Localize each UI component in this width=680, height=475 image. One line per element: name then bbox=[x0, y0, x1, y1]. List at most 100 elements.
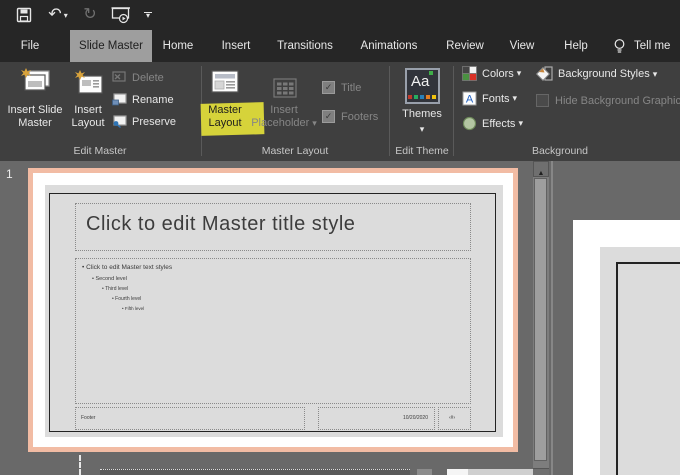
tab-file[interactable]: File bbox=[6, 30, 54, 62]
rename-label: Rename bbox=[132, 94, 174, 106]
fonts-button[interactable]: A Fonts ▾ bbox=[462, 91, 517, 106]
themes-button[interactable]: Aa Themes ▾ bbox=[396, 64, 448, 142]
slide-master-workspace: 1 Click to edit Master title style • Cli… bbox=[0, 161, 680, 475]
main-slide-canvas[interactable] bbox=[553, 161, 680, 475]
footers-checkbox-box: ✓ bbox=[322, 110, 335, 123]
themes-icon-dot bbox=[432, 95, 436, 99]
themes-icon-dot bbox=[420, 95, 424, 99]
footers-checkbox: ✓ Footers bbox=[322, 110, 378, 123]
body-level-3: • Third level bbox=[102, 287, 128, 292]
slide-surface[interactable]: Click to edit Master title style • Click… bbox=[33, 173, 513, 447]
tab-review[interactable]: Review bbox=[438, 30, 492, 62]
background-styles-caret-icon: ▾ bbox=[653, 69, 658, 80]
effects-caret-icon: ▾ bbox=[518, 118, 523, 129]
date-placeholder-text: 10/20/2020 bbox=[403, 416, 428, 421]
ribbon-tab-row: File Slide Master Home Insert Transition… bbox=[0, 30, 680, 62]
slide-theme-panel: Click to edit Master title style • Click… bbox=[45, 185, 503, 437]
body-level-5: • Fifth level bbox=[122, 307, 144, 312]
undo-dropdown-icon[interactable]: ▾ bbox=[64, 11, 68, 20]
tab-view[interactable]: View bbox=[500, 30, 544, 62]
undo-button[interactable]: ↶ ▾ bbox=[44, 4, 72, 26]
preserve-label: Preserve bbox=[132, 116, 176, 128]
start-slideshow-button[interactable] bbox=[109, 4, 133, 26]
body-level-4: • Fourth level bbox=[112, 297, 141, 302]
title-placeholder-text: Click to edit Master title style bbox=[86, 213, 355, 236]
ribbon-slide-master: Insert Slide Master Insert Layout D bbox=[0, 62, 680, 161]
group-divider bbox=[389, 66, 390, 156]
footer-placeholder[interactable]: Footer bbox=[75, 407, 305, 430]
fonts-icon: A bbox=[462, 91, 477, 106]
title-placeholder[interactable]: Click to edit Master title style bbox=[75, 203, 471, 251]
colors-caret-icon: ▾ bbox=[517, 68, 522, 79]
colors-button[interactable]: Colors ▾ bbox=[462, 66, 521, 81]
thumbnail-number: 1 bbox=[6, 167, 13, 181]
themes-icon-dot bbox=[408, 95, 412, 99]
themes-caret-icon: ▾ bbox=[396, 124, 448, 135]
next-thumbnail-partial[interactable] bbox=[100, 469, 410, 475]
tab-help[interactable]: Help bbox=[554, 30, 598, 62]
svg-text:A: A bbox=[466, 94, 474, 106]
tab-animations[interactable]: Animations bbox=[352, 30, 426, 62]
themes-icon-dot bbox=[426, 95, 430, 99]
footer-placeholder-text: Footer bbox=[81, 416, 95, 421]
slide-number-placeholder-text: ‹#› bbox=[449, 416, 455, 421]
date-placeholder[interactable]: 10/20/2020 bbox=[318, 407, 435, 430]
effects-icon bbox=[462, 116, 477, 131]
thumbnails-scrollbar[interactable]: ▲ bbox=[533, 161, 549, 475]
tab-tell-me[interactable]: Tell me bbox=[634, 30, 680, 62]
background-styles-label: Background Styles bbox=[558, 68, 650, 80]
scrollbar-down-button[interactable] bbox=[533, 468, 549, 475]
hide-background-graphics-label: Hide Background Graphics bbox=[555, 95, 680, 107]
rename-button[interactable]: Rename bbox=[112, 93, 174, 106]
tell-me-bulb[interactable] bbox=[608, 30, 630, 62]
tab-home[interactable]: Home bbox=[154, 30, 202, 62]
insert-slide-master-label: Insert Slide Master bbox=[4, 104, 66, 130]
effects-button[interactable]: Effects ▾ bbox=[462, 116, 523, 131]
master-thumbnail-selected[interactable]: Click to edit Master title style • Click… bbox=[28, 168, 518, 452]
customize-qat-button[interactable]: ▾ bbox=[141, 4, 155, 26]
insert-placeholder-icon bbox=[273, 78, 297, 98]
themes-icon-aa: Aa bbox=[411, 73, 429, 90]
master-layout-icon bbox=[211, 70, 239, 94]
insert-layout-label: Insert Layout bbox=[66, 104, 110, 130]
powerpoint-window: ↶ ▾ ↻ ▾ File Slide Master Home Insert Tr… bbox=[0, 0, 680, 475]
hide-background-graphics-checkbox: Hide Background Graphics bbox=[536, 94, 680, 107]
main-slide-frame-corner bbox=[616, 262, 680, 475]
insert-placeholder-button: Insert Placeholder▾ bbox=[247, 64, 321, 142]
edit-master-group-label: Edit Master bbox=[30, 145, 170, 157]
delete-label: Delete bbox=[132, 72, 164, 84]
title-bar: ↶ ▾ ↻ ▾ bbox=[0, 0, 680, 30]
preserve-button[interactable]: Preserve bbox=[112, 115, 176, 128]
lightbulb-icon bbox=[613, 38, 626, 55]
background-styles-button[interactable]: Background Styles ▾ bbox=[536, 66, 657, 82]
master-layout-button[interactable]: Master Layout bbox=[203, 64, 247, 142]
tab-insert[interactable]: Insert bbox=[214, 30, 258, 62]
redo-button: ↻ bbox=[80, 4, 100, 26]
title-checkbox-box: ✓ bbox=[322, 81, 335, 94]
delete-icon bbox=[112, 71, 127, 84]
insert-placeholder-label: Insert Placeholder▾ bbox=[247, 104, 321, 130]
fonts-label: Fonts bbox=[482, 93, 510, 105]
save-button[interactable] bbox=[14, 4, 34, 26]
tab-transitions[interactable]: Transitions bbox=[270, 30, 340, 62]
master-layout-group-label: Master Layout bbox=[225, 145, 365, 157]
title-checkbox-label: Title bbox=[341, 82, 361, 94]
rename-icon bbox=[112, 93, 127, 106]
insert-slide-master-button[interactable]: Insert Slide Master bbox=[4, 64, 66, 142]
background-group-label: Background bbox=[490, 145, 630, 157]
insert-layout-icon bbox=[74, 70, 104, 94]
title-checkbox: ✓ Title bbox=[322, 81, 361, 94]
check-icon: ✓ bbox=[325, 82, 333, 93]
scrollbar-thumb[interactable] bbox=[534, 178, 547, 461]
colors-label: Colors bbox=[482, 68, 514, 80]
slide-number-placeholder[interactable]: ‹#› bbox=[438, 407, 471, 430]
insert-layout-button[interactable]: Insert Layout bbox=[66, 64, 110, 142]
body-placeholder[interactable]: • Click to edit Master text styles • Sec… bbox=[75, 258, 471, 404]
insert-placeholder-caret-icon: ▾ bbox=[312, 118, 317, 128]
fonts-caret-icon: ▾ bbox=[513, 93, 518, 104]
main-slide-surface[interactable] bbox=[573, 220, 680, 475]
customize-qat-caret-icon: ▾ bbox=[146, 13, 150, 19]
tab-slide-master[interactable]: Slide Master bbox=[70, 30, 152, 62]
save-icon bbox=[16, 7, 32, 23]
scrollbar-up-button[interactable]: ▲ bbox=[533, 161, 549, 177]
